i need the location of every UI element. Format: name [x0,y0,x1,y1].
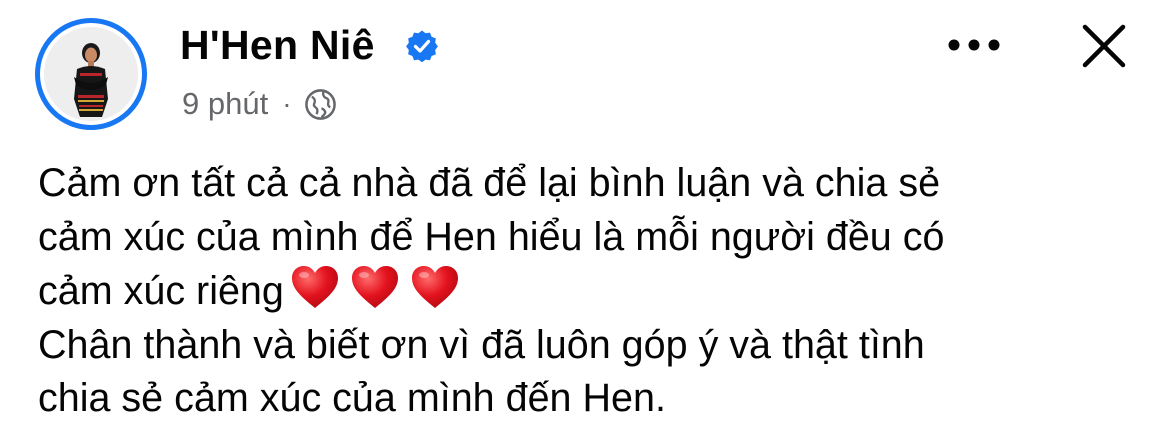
post-line: Cảm ơn tất cả cả nhà đã để lại bình luận… [38,161,941,205]
author-name[interactable]: H'Hen Niê [180,22,375,69]
avatar[interactable] [44,27,138,121]
close-icon[interactable] [1080,22,1128,70]
red-heart-icon [411,266,458,308]
meta-separator: · [282,88,292,119]
profile-photo [44,27,138,121]
red-heart-icon [351,266,398,308]
post-line: cảm xúc của mình để Hen hiểu là mỗi ngườ… [38,214,945,259]
post-text: Cảm ơn tất cả cả nhà đã để lại bình luận… [38,157,1148,426]
heart-emojis [290,264,460,310]
verified-badge-icon [406,30,438,63]
post-line: cảm xúc riêng [38,269,284,313]
post-meta: 9 phút · [182,84,337,124]
post-line: Chân thành và biết ơn vì đã luôn góp ý v… [38,322,925,367]
red-heart-icon [291,266,338,308]
facebook-post: H'Hen Niê 9 phút · Cảm ơn tất cả cả nhà … [0,0,1170,441]
post-time[interactable]: 9 phút [182,86,268,122]
globe-icon[interactable] [304,88,337,121]
post-line-with-emoji: cảm xúc riêng [38,264,1148,319]
more-horizontal-icon[interactable] [944,26,1004,64]
post-line: chia sẻ cảm xúc của mình đến Hen. [38,376,666,420]
post-header: H'Hen Niê 9 phút · [0,0,1170,150]
